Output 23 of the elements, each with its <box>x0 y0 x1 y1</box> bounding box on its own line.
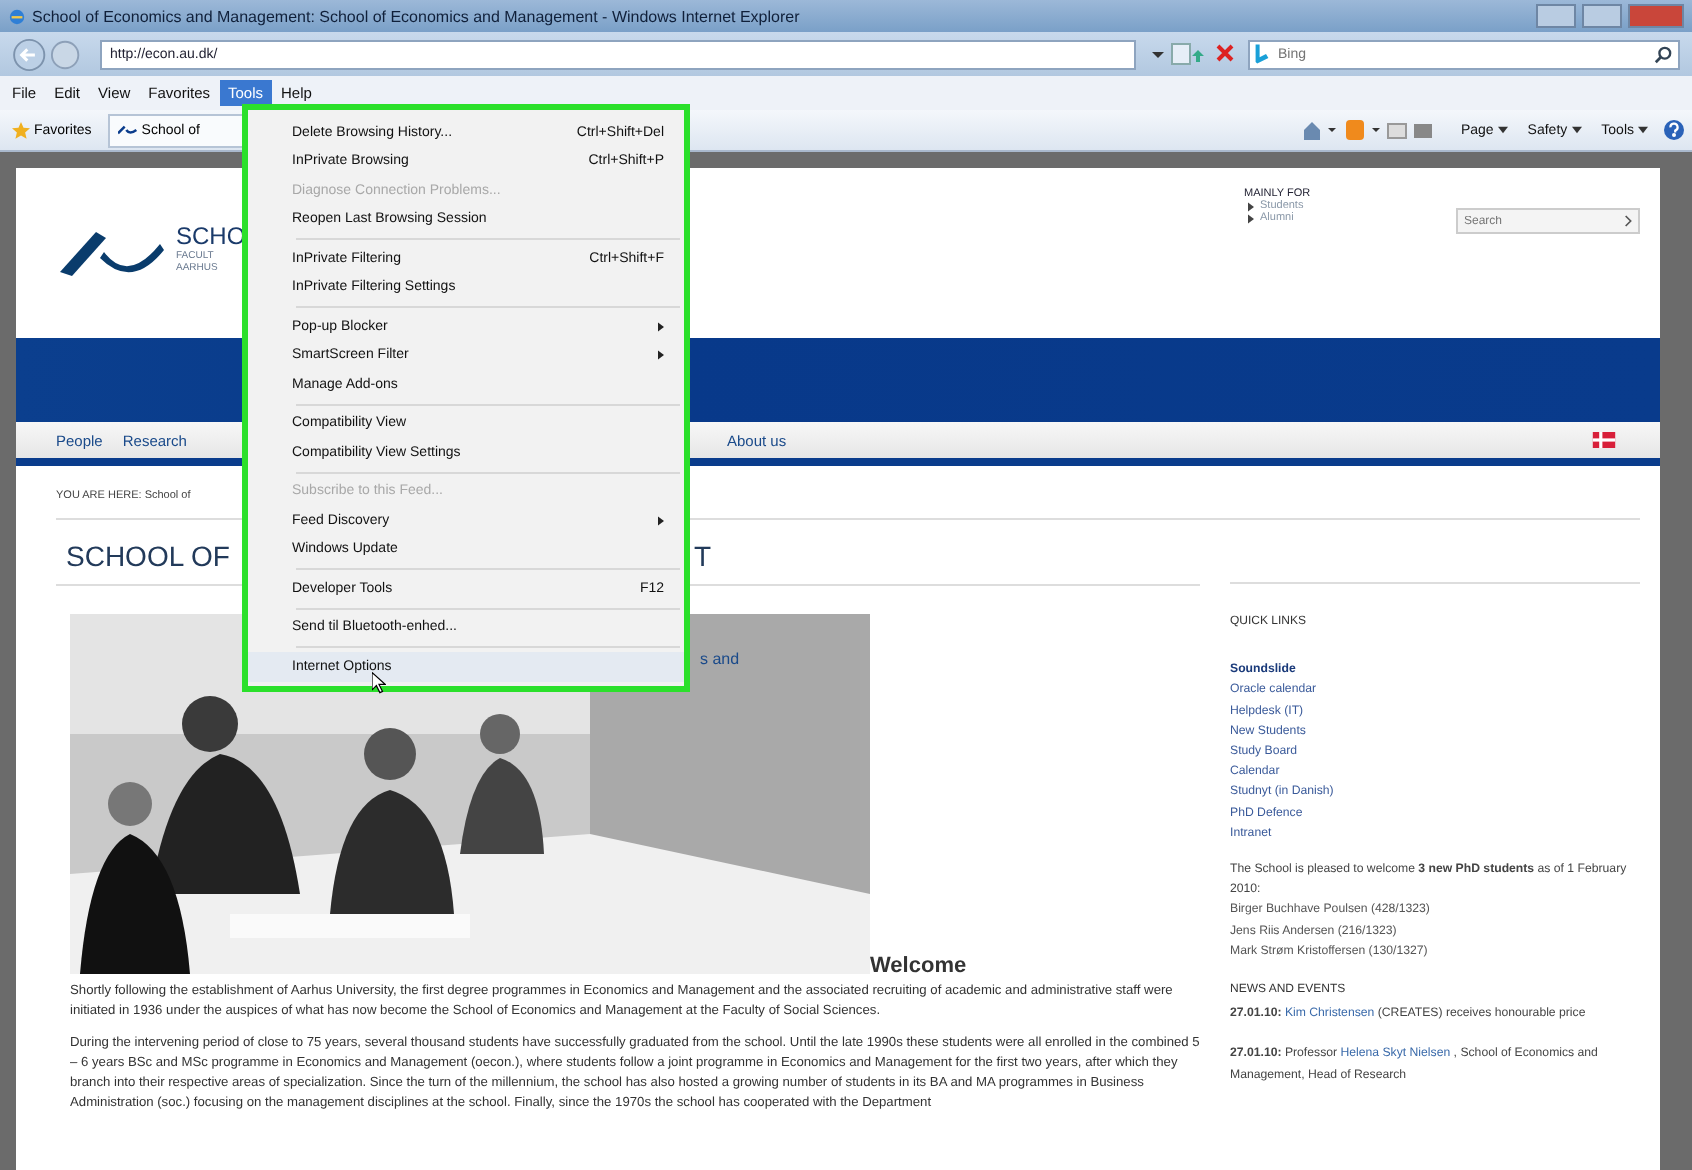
flag-icon[interactable] <box>1592 432 1616 448</box>
search-icon[interactable] <box>1654 45 1672 63</box>
help-icon[interactable] <box>1664 120 1684 140</box>
submenu-arrow-icon <box>658 350 664 361</box>
go-icon[interactable] <box>1624 214 1634 228</box>
submenu-arrow-icon <box>658 515 664 526</box>
window-title: School of Economics and Management: School of Economics and Management - Windows Internet Explorer <box>32 7 800 25</box>
site-icon <box>117 124 138 136</box>
submenu-arrow-icon <box>658 321 664 332</box>
address-actions-drawing[interactable] <box>1148 42 1236 66</box>
minimize-button[interactable] <box>1536 4 1576 28</box>
caret-icon <box>1497 126 1508 134</box>
page-title: SCHOOL OF <box>66 540 230 572</box>
photo-caption: s and <box>700 650 740 668</box>
caret-icon <box>1638 126 1648 134</box>
mouse-cursor-icon <box>372 671 386 693</box>
page-title: T <box>693 540 711 572</box>
star-icon <box>12 121 30 139</box>
browser-icon <box>8 7 26 25</box>
maximize-button[interactable] <box>1582 4 1622 28</box>
bing-icon <box>1254 43 1270 63</box>
caret-icon <box>1571 126 1582 134</box>
welcome-heading: Welcome <box>870 954 967 978</box>
